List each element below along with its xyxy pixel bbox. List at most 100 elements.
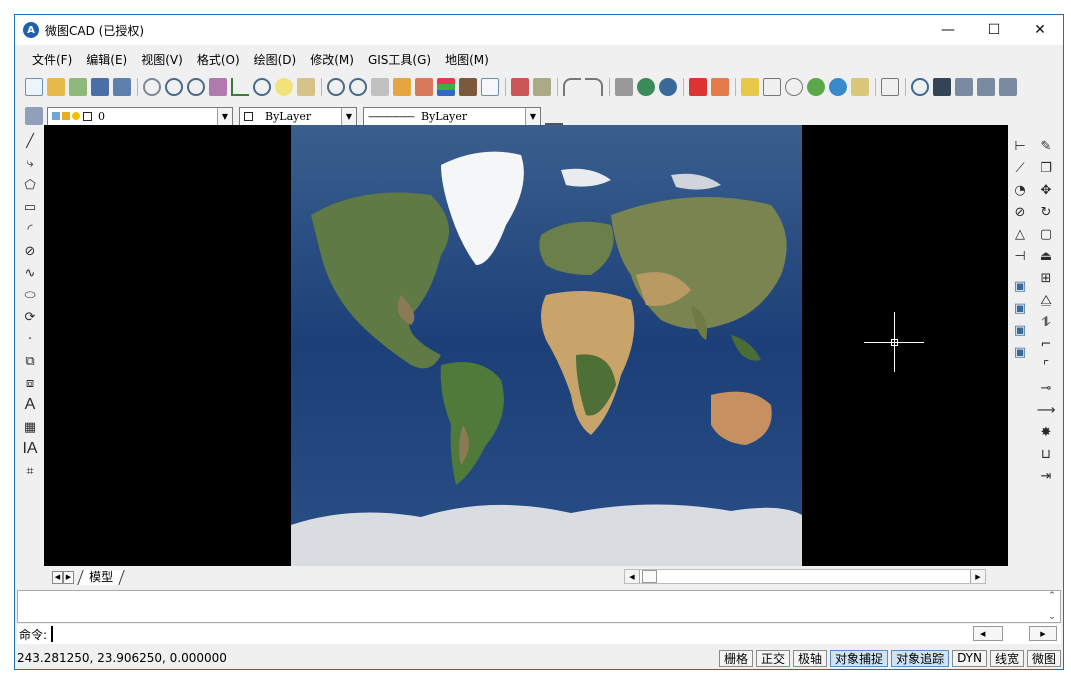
menu-view[interactable]: 视图(V) xyxy=(134,51,190,68)
block-icon[interactable] xyxy=(741,78,759,96)
command-history[interactable]: ⌃ ⌄ xyxy=(17,590,1061,623)
tab-nav-right-button[interactable]: ▶ xyxy=(63,570,74,584)
layout-1-icon[interactable] xyxy=(955,78,973,96)
command-history-scrollbar[interactable]: ⌃ ⌄ xyxy=(1044,591,1060,622)
open-template-icon[interactable] xyxy=(69,78,87,96)
properties-icon[interactable] xyxy=(481,78,499,96)
chamfer-icon[interactable]: ⌜ xyxy=(1037,357,1055,375)
lineweight-toggle[interactable]: 线宽 xyxy=(989,649,1024,667)
mtext-icon[interactable]: IA xyxy=(21,440,39,458)
layers-icon[interactable] xyxy=(437,78,455,96)
image-export-icon[interactable] xyxy=(711,78,729,96)
xref-icon[interactable] xyxy=(785,78,803,96)
match-properties-icon[interactable] xyxy=(511,78,529,96)
command-input[interactable] xyxy=(51,626,952,642)
point-icon[interactable]: · xyxy=(21,330,39,348)
break-icon[interactable]: ⊔ xyxy=(1037,445,1055,463)
send-under-icon[interactable]: ▣ xyxy=(1011,343,1029,361)
spline-icon[interactable]: ∿ xyxy=(21,264,39,282)
menu-modify[interactable]: 修改(M) xyxy=(303,51,361,68)
binoculars-icon[interactable] xyxy=(933,78,951,96)
paint-icon[interactable] xyxy=(533,78,551,96)
drawing-canvas[interactable] xyxy=(44,125,1008,566)
scroll-thumb[interactable] xyxy=(642,570,657,583)
key-icon[interactable] xyxy=(297,78,315,96)
light-bulb-icon[interactable] xyxy=(275,78,293,96)
menu-format[interactable]: 格式(O) xyxy=(190,51,247,68)
radius-dimension-icon[interactable]: ◔ xyxy=(1011,181,1029,199)
array-icon[interactable]: ⊞ xyxy=(1037,269,1055,287)
text-icon[interactable]: A xyxy=(21,396,39,414)
preview-icon[interactable] xyxy=(881,78,899,96)
trim-icon[interactable]: ⊸ xyxy=(1037,379,1055,397)
dyn-toggle[interactable]: DYN xyxy=(952,649,987,667)
menu-edit[interactable]: 编辑(E) xyxy=(79,51,134,68)
globe-icon[interactable] xyxy=(637,78,655,96)
make-block-icon[interactable]: ⧈ xyxy=(21,374,39,392)
zoom-window-icon[interactable] xyxy=(253,78,271,96)
insert-icon[interactable] xyxy=(763,78,781,96)
move-icon[interactable]: ✥ xyxy=(1037,181,1055,199)
pdf-export-icon[interactable] xyxy=(689,78,707,96)
rectangle-icon[interactable]: ▭ xyxy=(21,198,39,216)
rotate-icon[interactable]: ↻ xyxy=(1037,203,1055,221)
polar-toggle[interactable]: 极轴 xyxy=(793,649,828,667)
save-icon[interactable] xyxy=(91,78,109,96)
copy-icon[interactable]: ❐ xyxy=(1037,159,1055,177)
new-file-icon[interactable] xyxy=(25,78,43,96)
layer-manager-icon[interactable] xyxy=(25,107,43,125)
linetype-dropdown-arrow[interactable]: ▼ xyxy=(525,107,540,125)
layer-dropdown[interactable]: 0 ▼ xyxy=(47,106,233,126)
group-icon[interactable] xyxy=(807,78,825,96)
ucs-icon[interactable] xyxy=(231,78,249,96)
layout-2-icon[interactable] xyxy=(977,78,995,96)
brush-icon[interactable] xyxy=(415,78,433,96)
scale-icon[interactable]: ▢ xyxy=(1037,225,1055,243)
undo-icon[interactable] xyxy=(563,78,581,96)
measure-icon[interactable] xyxy=(459,78,477,96)
construction-line-icon[interactable]: ⤷ xyxy=(21,154,39,172)
ortho-toggle[interactable]: 正交 xyxy=(756,649,791,667)
fillet-icon[interactable]: ⌐ xyxy=(1037,335,1055,353)
line-icon[interactable]: ╱ xyxy=(21,132,39,150)
scroll-left-button[interactable]: ◀ xyxy=(625,570,640,583)
weitu-toggle[interactable]: 微图 xyxy=(1026,649,1061,667)
linetype-dropdown[interactable]: ————— ByLayer ▼ xyxy=(363,106,541,126)
circle-icon[interactable]: ⊘ xyxy=(21,242,39,260)
pencil-icon[interactable] xyxy=(393,78,411,96)
explode-icon[interactable]: ✸ xyxy=(1037,423,1055,441)
layer-dropdown-arrow[interactable]: ▼ xyxy=(217,107,232,125)
maximize-button[interactable]: ☐ xyxy=(971,15,1017,45)
zoom-in-icon[interactable] xyxy=(165,78,183,96)
scroll-down-icon[interactable]: ⌄ xyxy=(1048,612,1056,622)
tab-nav-left-button[interactable]: ◀ xyxy=(52,570,63,584)
menu-map[interactable]: 地图(M) xyxy=(438,51,496,68)
lineweight-icon[interactable] xyxy=(545,107,563,125)
insert-block-icon[interactable]: ⧉ xyxy=(21,352,39,370)
markup-icon[interactable] xyxy=(851,78,869,96)
pan-icon[interactable] xyxy=(371,78,389,96)
linear-dimension-icon[interactable]: ⊢ xyxy=(1011,137,1029,155)
join-icon[interactable]: ⇥ xyxy=(1037,467,1055,485)
zoom-out-icon[interactable] xyxy=(187,78,205,96)
layout-3-icon[interactable] xyxy=(999,78,1017,96)
close-button[interactable]: ✕ xyxy=(1017,15,1063,45)
hatch-icon[interactable] xyxy=(829,78,847,96)
diameter-dimension-icon[interactable]: ⊘ xyxy=(1011,203,1029,221)
polygon-icon[interactable]: ⬠ xyxy=(21,176,39,194)
arc-icon[interactable]: ◜ xyxy=(21,220,39,238)
horizontal-scrollbar[interactable]: ◀ ▶ xyxy=(624,569,986,584)
otrack-toggle[interactable]: 对象追踪 xyxy=(891,649,950,667)
aligned-dimension-icon[interactable]: ⟋ xyxy=(1011,159,1029,177)
tab-model[interactable]: 模型 xyxy=(77,569,125,585)
command-scroll-right-button[interactable]: ▶ xyxy=(1029,626,1057,641)
continue-dimension-icon[interactable]: ⊣ xyxy=(1011,247,1029,265)
ellipse-arc-icon[interactable]: ⟳ xyxy=(21,308,39,326)
bring-above-icon[interactable]: ▣ xyxy=(1011,321,1029,339)
stretch-icon[interactable]: ⏏ xyxy=(1037,247,1055,265)
color-dropdown[interactable]: ByLayer ▼ xyxy=(239,106,357,126)
hatch-tool-icon[interactable]: ⌗ xyxy=(21,462,39,480)
earth-icon[interactable] xyxy=(659,78,677,96)
scroll-up-icon[interactable]: ⌃ xyxy=(1048,591,1056,601)
grid-toggle[interactable]: 栅格 xyxy=(719,649,754,667)
